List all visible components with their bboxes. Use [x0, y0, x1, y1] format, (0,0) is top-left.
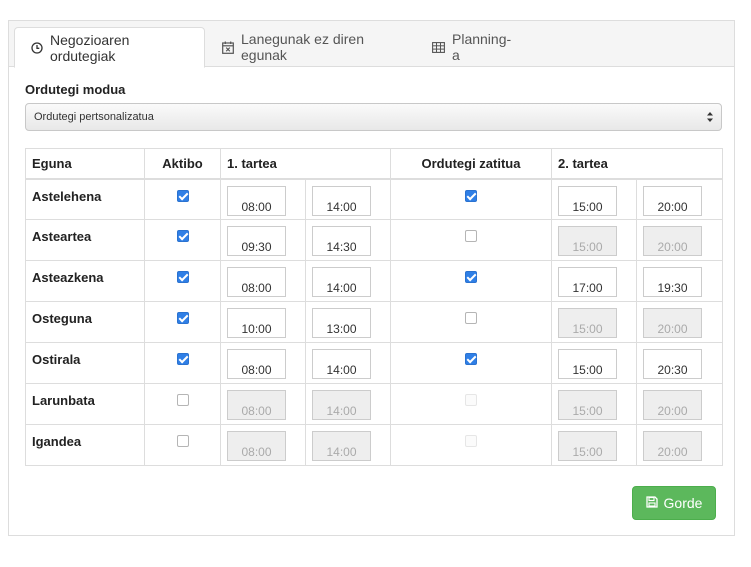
active-checkbox[interactable]	[176, 230, 189, 242]
day-name: Asteazkena	[25, 260, 145, 302]
active-checkbox[interactable]	[176, 353, 189, 365]
tab-store-hours[interactable]: Negozioaren ordutegiak	[14, 27, 205, 68]
range-2-start-input: 15:00	[558, 431, 617, 461]
range-2-end-input[interactable]: 19:30	[643, 267, 702, 297]
range-2-end-input: 20:00	[643, 308, 702, 338]
header-active: Aktibo	[144, 148, 221, 180]
calendar-x-icon	[222, 41, 234, 54]
schedule-panel: Negozioaren ordutegiak Lanegunak ez dire…	[8, 20, 735, 536]
active-checkbox[interactable]	[176, 271, 189, 283]
range-1-end-input[interactable]: 14:00	[312, 185, 371, 216]
hours-table: Eguna Aktibo 1. tartea Ordutegi zatitua …	[25, 148, 723, 466]
range-1-start-input[interactable]: 08:00	[227, 349, 286, 379]
range-1-end-input[interactable]: 14:30	[312, 226, 371, 256]
range-2-end-input: 20:00	[643, 431, 702, 461]
split-checkbox[interactable]	[465, 353, 477, 365]
range-2-end-input[interactable]: 20:00	[643, 185, 702, 216]
table-row: Asteazkena 08:00 14:00 17:00 19:30	[25, 260, 723, 302]
range-1-start-input[interactable]: 09:30	[227, 226, 286, 256]
split-checkbox[interactable]	[465, 230, 477, 242]
table-icon	[432, 41, 445, 53]
schedule-mode-select[interactable]: Ordutegi pertsonalizatua	[25, 103, 722, 131]
save-button[interactable]: Gorde	[632, 486, 716, 520]
table-row: Astelehena 08:00 14:00 15:00 20:00	[25, 178, 723, 220]
range-1-start-input[interactable]: 08:00	[227, 267, 286, 297]
split-checkbox	[465, 394, 477, 406]
range-1-end-input[interactable]: 14:00	[312, 267, 371, 297]
range-2-end-input[interactable]: 20:30	[643, 349, 702, 379]
day-name: Asteartea	[25, 219, 145, 261]
schedule-mode-value: Ordutegi pertsonalizatua	[34, 111, 154, 123]
split-checkbox[interactable]	[465, 271, 477, 283]
tab-bar: Negozioaren ordutegiak Lanegunak ez dire…	[9, 21, 734, 68]
range-1-start-input: 08:00	[227, 390, 286, 420]
range-1-start-input: 08:00	[227, 431, 286, 461]
day-name: Ostirala	[25, 342, 145, 384]
table-header-row: Eguna Aktibo 1. tartea Ordutegi zatitua …	[25, 148, 723, 180]
range-2-end-input: 20:00	[643, 226, 702, 256]
range-1-end-input[interactable]: 13:00	[312, 308, 371, 338]
header-range-2: 2. tartea	[551, 148, 723, 180]
range-2-end-input: 20:00	[643, 390, 702, 420]
schedule-mode-label: Ordutegi modua	[25, 82, 126, 97]
range-1-end-input[interactable]: 14:00	[312, 349, 371, 379]
table-row: Asteartea 09:30 14:30 15:00 20:00	[25, 219, 723, 261]
range-2-start-input: 15:00	[558, 390, 617, 420]
active-checkbox[interactable]	[176, 189, 189, 202]
table-row: Larunbata 08:00 14:00 15:00 20:00	[25, 383, 723, 425]
split-checkbox[interactable]	[465, 312, 477, 324]
tab-label: Planning-a	[452, 31, 512, 63]
range-1-end-input: 14:00	[312, 390, 371, 420]
range-2-start-input[interactable]: 17:00	[558, 267, 617, 297]
tab-non-working-days[interactable]: Lanegunak ez diren egunak	[206, 27, 407, 67]
active-checkbox[interactable]	[176, 312, 189, 324]
range-2-start-input: 15:00	[558, 308, 617, 338]
save-label: Gorde	[663, 495, 703, 511]
split-checkbox[interactable]	[465, 189, 477, 202]
select-arrows-icon	[706, 110, 714, 124]
table-row: Ostirala 08:00 14:00 15:00 20:30	[25, 342, 723, 384]
day-name: Larunbata	[25, 383, 145, 425]
floppy-disk-icon	[645, 495, 658, 511]
tab-planning[interactable]: Planning-a	[416, 27, 526, 67]
table-row: Osteguna 10:00 13:00 15:00 20:00	[25, 301, 723, 343]
day-name: Osteguna	[25, 301, 145, 343]
range-2-start-input: 15:00	[558, 226, 617, 256]
range-1-start-input[interactable]: 08:00	[227, 185, 286, 216]
day-name: Igandea	[25, 424, 145, 466]
header-split: Ordutegi zatitua	[390, 148, 552, 180]
tab-label: Lanegunak ez diren egunak	[241, 31, 364, 63]
table-row: Igandea 08:00 14:00 15:00 20:00	[25, 424, 723, 466]
day-name: Astelehena	[25, 178, 145, 220]
range-1-start-input[interactable]: 10:00	[227, 308, 286, 338]
active-checkbox[interactable]	[176, 394, 189, 406]
active-checkbox[interactable]	[176, 435, 189, 447]
range-2-start-input[interactable]: 15:00	[558, 349, 617, 379]
range-2-start-input[interactable]: 15:00	[558, 185, 617, 216]
tab-label: Negozioaren ordutegiak	[50, 31, 130, 64]
range-1-end-input: 14:00	[312, 431, 371, 461]
header-range-1: 1. tartea	[220, 148, 391, 180]
split-checkbox	[465, 435, 477, 447]
clock-icon	[31, 41, 43, 54]
header-day: Eguna	[25, 148, 145, 180]
